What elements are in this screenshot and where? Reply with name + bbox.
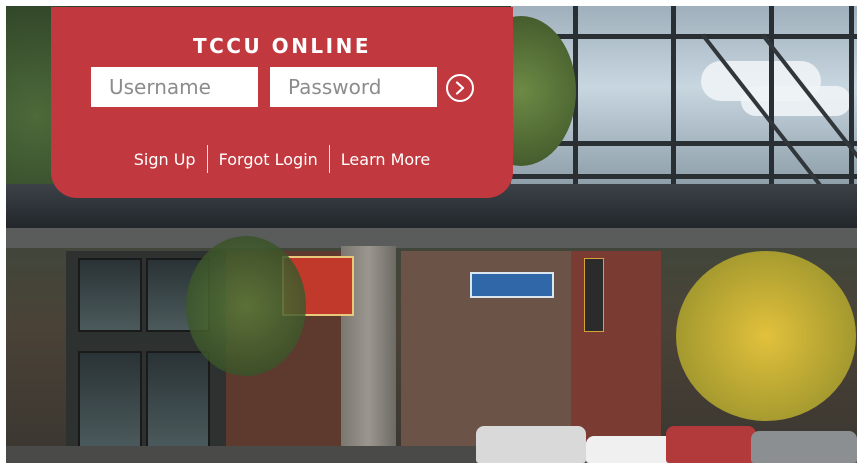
login-title: TCCU ONLINE	[192, 34, 372, 58]
login-card: TCCU ONLINE Sign Up Forgot Login Learn M…	[51, 7, 513, 198]
password-input[interactable]	[270, 67, 437, 107]
car	[751, 431, 857, 463]
bar-sign	[584, 258, 604, 332]
login-links: Sign Up Forgot Login Learn More	[51, 145, 513, 173]
car	[476, 426, 586, 463]
chevron-right-circle-icon	[455, 81, 465, 95]
room-sign	[470, 272, 554, 298]
link-divider	[328, 145, 330, 173]
login-submit-button[interactable]	[446, 74, 474, 102]
sign-up-link[interactable]: Sign Up	[123, 148, 207, 171]
forgot-login-link[interactable]: Forgot Login	[208, 148, 329, 171]
link-divider	[206, 145, 208, 173]
car	[666, 426, 756, 463]
username-input[interactable]	[91, 67, 258, 107]
tree-green	[186, 236, 306, 376]
learn-more-link[interactable]: Learn More	[330, 148, 441, 171]
tree-yellow	[676, 251, 856, 421]
